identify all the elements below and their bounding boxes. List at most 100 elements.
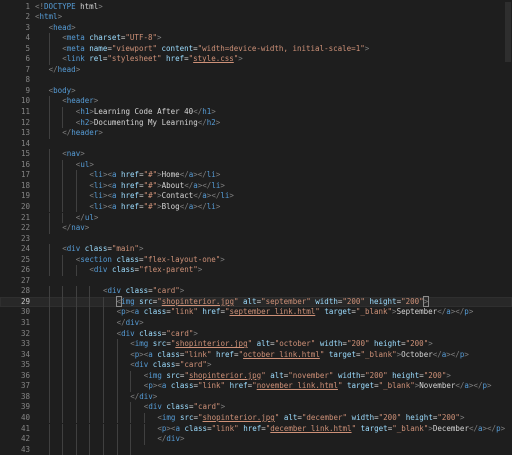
code-line-29[interactable]: 29 <img src="shopinterior.jpg" alt="septe… [0, 295, 512, 308]
code-line-8[interactable]: 8 [0, 75, 512, 86]
code-line-37[interactable]: 37 <p><a class="link" href="november link… [0, 381, 512, 392]
indent-guide [48, 423, 50, 435]
token-bracket: </ [211, 191, 221, 201]
indent-guide [48, 265, 50, 276]
code-line-11[interactable]: 11 <h1>Learning Code After 40</h1> [0, 107, 512, 118]
code-line-16[interactable]: 16 <ul> [0, 159, 512, 171]
token-attr: alt [256, 339, 271, 349]
code-text: <p><a class="link" href="september link.… [117, 307, 474, 318]
token-attr: class [125, 286, 149, 296]
code-line-36[interactable]: 36 <img src="shopinterior.jpg" alt="novem… [0, 370, 512, 382]
code-line-22[interactable]: 22 </nav> [0, 223, 512, 234]
indent-guide [62, 318, 64, 329]
token-tag: header [71, 128, 99, 138]
indent-guide [75, 370, 77, 382]
code-line-13[interactable]: 13 </header> [0, 128, 512, 139]
code-line-34[interactable]: 34 <p><a class="link" href="october link.… [0, 349, 512, 361]
code-line-17[interactable]: 17 <li><a href="#">Home</a></li> [0, 170, 512, 181]
code-line-14[interactable]: 14 [0, 139, 512, 150]
indent-guide [48, 128, 50, 139]
indent-guide [103, 318, 104, 329]
code-line-10[interactable]: 10 <header> [0, 96, 512, 107]
code-line-15[interactable]: 15 <nav> [0, 149, 512, 160]
code-line-19[interactable]: 19 <li><a href="#">Contact</a></li> [0, 191, 512, 202]
code-line-28[interactable]: 28 <div class="card"> [0, 286, 512, 297]
code-line-26[interactable]: 26 <div class="flex-parent"> [0, 265, 512, 276]
code-line-42[interactable]: 42 </div> [0, 434, 512, 445]
token-tag: img [121, 296, 140, 306]
token-val: " [234, 296, 244, 306]
token-attr: href [121, 201, 140, 211]
line-number: 24 [20, 244, 30, 254]
code-text: <h2>Documenting My Learning</h2> [76, 118, 221, 129]
indent-guide [48, 107, 50, 118]
indent-guide [62, 370, 64, 382]
code-line-32[interactable]: 32 <div class="card"> [0, 328, 512, 340]
token-attr: href [202, 307, 221, 317]
code-line-43[interactable]: 43 [0, 444, 512, 455]
code-line-25[interactable]: 25 <section class="flex-layout-one"> [0, 254, 512, 266]
token-link: october link.html [243, 349, 320, 359]
code-line-6[interactable]: 6 <link rel="stylesheet" href="style.css"… [0, 54, 512, 65]
code-line-35[interactable]: 35 <div class="card"> [0, 360, 512, 371]
indent-guide [103, 360, 104, 371]
token-attr: class [152, 360, 176, 370]
indent-guide [62, 286, 64, 297]
code-text: <li><a href="#">Home</a></li> [89, 170, 220, 181]
token-bracket: > [446, 370, 451, 380]
indent-guide [48, 170, 50, 181]
code-line-38[interactable]: 38 </div> [0, 391, 512, 403]
code-line-4[interactable]: 4 <meta charset="UTF-8"> [0, 33, 512, 44]
code-line-24[interactable]: 24 <div class="main"> [0, 244, 512, 255]
token-tag: header [66, 96, 94, 106]
token-bracket: > [206, 360, 212, 370]
code-line-18[interactable]: 18 <li><a href="#">About</a></li> [0, 180, 512, 192]
code-line-2[interactable]: 2 <html> [0, 12, 512, 23]
code-editor[interactable]: 1 <!DOCTYPE html> 2 <html> 3 <head> 4 <meta cha… [0, 0, 512, 455]
indent-guide [62, 307, 64, 318]
code-line-31[interactable]: 31 </div> [0, 318, 512, 329]
line-number: 19 [20, 191, 30, 201]
code-line-21[interactable]: 21 </ul> [0, 212, 512, 224]
token-val: " [261, 370, 271, 380]
token-text: Documenting My Learning [93, 117, 198, 127]
code-text: <li><a href="#">Blog</a></li> [89, 202, 220, 213]
code-line-40[interactable]: 40 <img src="shopinterior.jpg" alt="decem… [0, 412, 512, 424]
token-tag: ul [80, 159, 90, 169]
token-tag: div [66, 244, 85, 254]
indent-guide [89, 328, 91, 340]
code-line-30[interactable]: 30 <p><a class="link" href="september lin… [0, 307, 512, 318]
token-link: november link.html [256, 381, 338, 391]
indent-guide [48, 254, 50, 266]
code-text: <body> [49, 86, 76, 97]
indent-guide [103, 296, 104, 308]
code-line-7[interactable]: 7 </head> [0, 65, 512, 76]
token-val: "_blank" [360, 349, 397, 359]
code-line-20[interactable]: 20 <li><a href="#">Blog</a></li> [0, 201, 512, 213]
indent-guide [75, 191, 77, 202]
code-line-39[interactable]: 39 <div class="card"> [0, 402, 512, 413]
token-attr: alt [270, 370, 284, 380]
code-line-5[interactable]: 5 <meta name="viewport" content="width=de… [0, 43, 512, 55]
code-line-27[interactable]: 27 [0, 276, 512, 287]
indent-guide [48, 318, 50, 329]
indent-guide [75, 180, 77, 192]
token-attr: class [111, 265, 135, 275]
code-line-1[interactable]: 1 <!DOCTYPE html> [0, 2, 512, 13]
code-line-41[interactable]: 41 <p><a class="link" href="december link… [0, 423, 512, 435]
token-bracket: </ [197, 170, 207, 180]
token-bracket: ></ [446, 349, 460, 359]
code-line-9[interactable]: 9 <body> [0, 86, 512, 97]
indent-guide [75, 286, 77, 297]
token-val: "card" [152, 286, 180, 296]
code-line-23[interactable]: 23 [0, 234, 512, 245]
line-number: 16 [20, 159, 30, 169]
token-link: september link.html [229, 307, 316, 317]
code-line-33[interactable]: 33 <img src="shopinterior.jpg" alt="octob… [0, 339, 512, 350]
code-line-3[interactable]: 3 <head> [0, 23, 512, 34]
line-number: 10 [20, 96, 30, 106]
line-number: 29 [20, 296, 30, 306]
indent-guide [89, 307, 91, 318]
code-line-12[interactable]: 12 <h2>Documenting My Learning</h2> [0, 117, 512, 129]
token-bracket: > [71, 22, 76, 32]
